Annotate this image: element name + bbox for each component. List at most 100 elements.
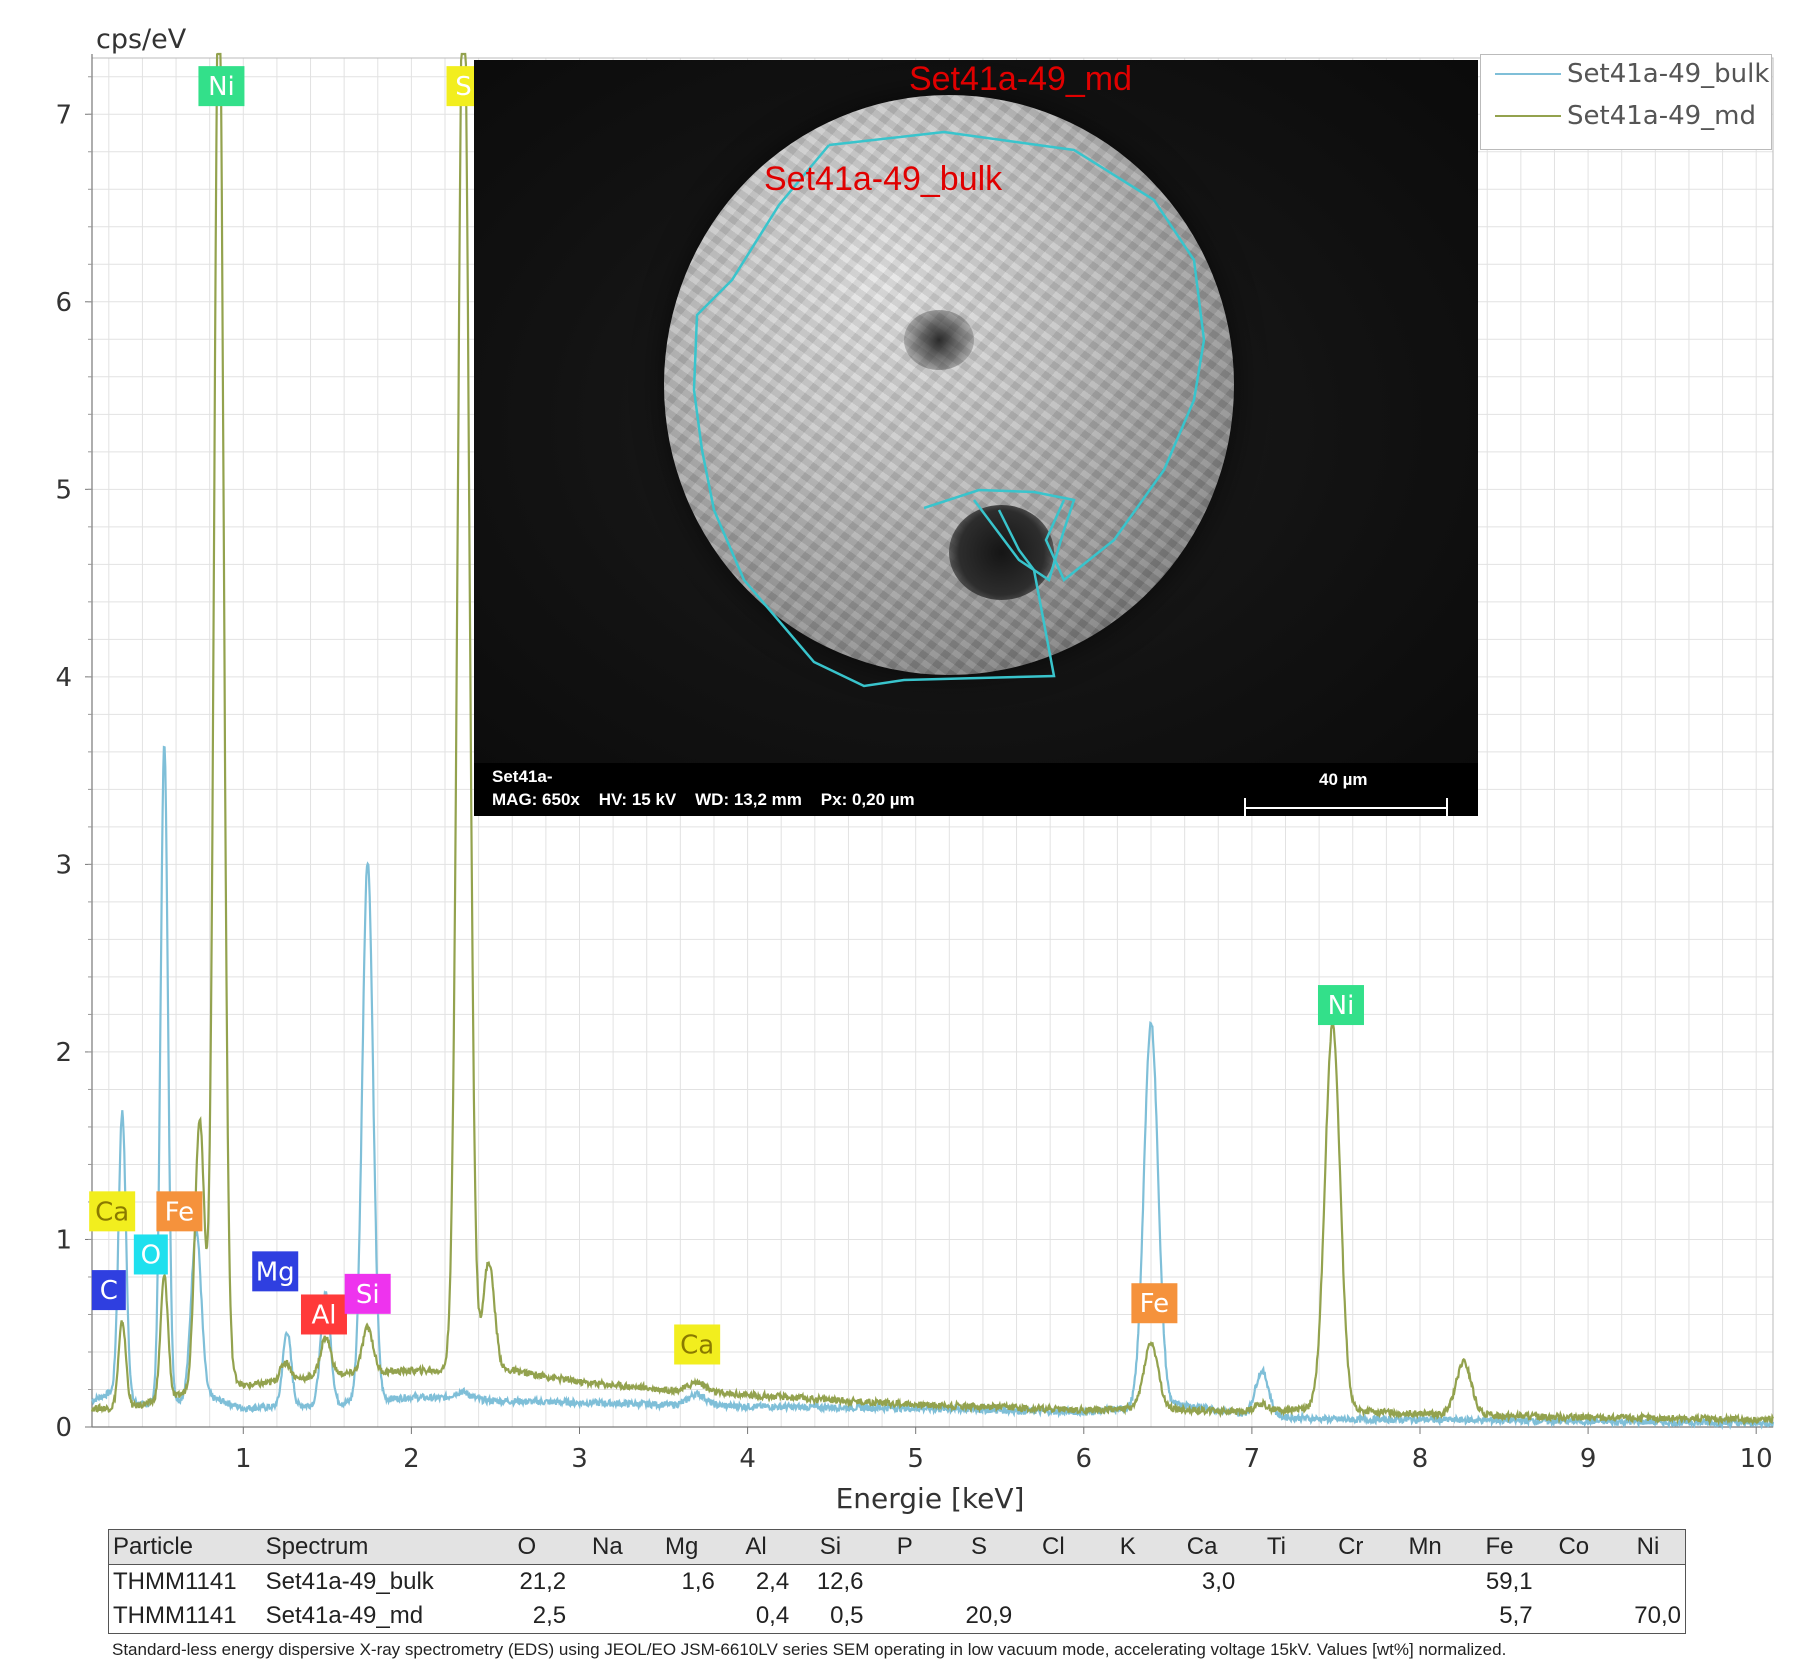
table-cell bbox=[1388, 1565, 1462, 1600]
element-label-text: Ca bbox=[680, 1330, 714, 1360]
table-header-cell: Mn bbox=[1408, 1533, 1442, 1560]
element-label-fe: Fe bbox=[1131, 1283, 1178, 1324]
table-header-cell: Co bbox=[1558, 1533, 1590, 1560]
chart-legend: Set41a-49_bulk Set41a-49_md bbox=[1480, 54, 1772, 150]
table-cell: 12,6 bbox=[816, 1568, 864, 1595]
element-label-text: C bbox=[100, 1276, 118, 1306]
x-tick-label: 9 bbox=[1580, 1444, 1597, 1474]
y-tick-label: 4 bbox=[55, 663, 72, 693]
table-cell bbox=[1091, 1565, 1165, 1600]
table-header-cell: S bbox=[971, 1533, 988, 1560]
composition-table: Particle Spectrum O Na Mg Al Si P S Cl K Ca Ti Cr Mn Fe… bbox=[108, 1529, 1686, 1634]
sem-info-line-1: Set41a- bbox=[492, 767, 553, 786]
table-cell bbox=[868, 1565, 942, 1600]
table-cell bbox=[570, 1599, 644, 1634]
table-cell bbox=[570, 1565, 644, 1600]
element-label-mg: Mg bbox=[252, 1251, 299, 1292]
y-tick-label: 0 bbox=[55, 1413, 72, 1443]
element-label-ca: Ca bbox=[674, 1324, 721, 1365]
roi-bulk-outline bbox=[692, 144, 1056, 688]
y-tick-label: 6 bbox=[55, 288, 72, 318]
y-axis-label: cps/eV bbox=[96, 24, 187, 55]
table-cell bbox=[1239, 1565, 1313, 1600]
y-tick-label: 3 bbox=[55, 850, 72, 880]
table-header-cell: K bbox=[1119, 1533, 1136, 1560]
table-cell: THMM1141 bbox=[113, 1602, 237, 1629]
element-label-si: Si bbox=[344, 1273, 391, 1314]
legend-label-md: Set41a-49_md bbox=[1567, 101, 1757, 131]
element-label-text: O bbox=[141, 1240, 161, 1270]
table-cell: Set41a-49_md bbox=[265, 1602, 424, 1629]
y-tick-label: 2 bbox=[55, 1038, 72, 1068]
table-cell: THMM1141 bbox=[113, 1568, 237, 1595]
scale-bar-label: 40 µm bbox=[1319, 770, 1368, 789]
table-header-cell: Cr bbox=[1338, 1533, 1364, 1560]
x-tick-label: 4 bbox=[739, 1444, 756, 1474]
element-label-c: C bbox=[91, 1270, 126, 1311]
scale-bar bbox=[1244, 798, 1448, 816]
table-row: THMM1141 Set41a-49_md 2,5 0,4 0,5 20,9 5,7 70,0 bbox=[109, 1599, 1686, 1634]
sem-label-md: Set41a-49_md bbox=[909, 60, 1133, 98]
table-cell bbox=[1314, 1599, 1388, 1634]
element-label-text: S bbox=[455, 72, 472, 102]
x-tick-label: 6 bbox=[1076, 1444, 1093, 1474]
table-header-cell: Mg bbox=[665, 1533, 699, 1560]
table-cell: 0,5 bbox=[830, 1602, 864, 1629]
legend-item-md: Set41a-49_md bbox=[1495, 101, 1756, 131]
table-cell bbox=[1611, 1565, 1686, 1600]
table-header-cell: Particle bbox=[113, 1533, 194, 1560]
table-cell: 2,4 bbox=[755, 1568, 790, 1595]
legend-label-bulk: Set41a-49_bulk bbox=[1567, 59, 1770, 89]
element-label-text: Al bbox=[311, 1300, 336, 1330]
table-header-cell: Na bbox=[591, 1533, 623, 1560]
figure-caption: Standard-less energy dispersive X-ray sp… bbox=[112, 1640, 1507, 1659]
table-cell bbox=[1239, 1599, 1313, 1634]
table-cell: 5,7 bbox=[1499, 1602, 1533, 1629]
sem-info-bar: Set41a- MAG: 650x HV: 15 kV WD: 13,2 mm … bbox=[474, 763, 1478, 816]
table-header-cell: Ca bbox=[1186, 1533, 1218, 1560]
element-label-text: Mg bbox=[256, 1257, 295, 1287]
table-header-cell: Ti bbox=[1266, 1533, 1286, 1560]
element-label-text: Si bbox=[356, 1280, 380, 1310]
table-cell bbox=[1016, 1599, 1090, 1634]
table-row: THMM1141 Set41a-49_bulk 21,2 1,6 2,4 12,6 3,0 5… bbox=[109, 1565, 1686, 1600]
element-label-text: Ca bbox=[95, 1197, 129, 1227]
element-label-ca: Ca bbox=[89, 1191, 136, 1232]
table-cell bbox=[1314, 1565, 1388, 1600]
sem-micrograph: Set41a-49_md Set41a-49_bulk Set41a- MAG:… bbox=[474, 60, 1478, 816]
table-cell: Set41a-49_bulk bbox=[265, 1568, 434, 1595]
y-tick-label: 7 bbox=[55, 100, 72, 130]
table-header-cell: O bbox=[517, 1533, 537, 1560]
sem-label-bulk: Set41a-49_bulk bbox=[764, 160, 1003, 198]
x-tick-label: 1 bbox=[235, 1444, 252, 1474]
table-header-cell: Al bbox=[745, 1533, 767, 1560]
x-tick-label: 8 bbox=[1412, 1444, 1429, 1474]
roi-md-outline bbox=[923, 488, 1076, 582]
y-tick-label: 5 bbox=[55, 475, 72, 505]
x-tick-label: 2 bbox=[403, 1444, 420, 1474]
roi-bulk-outline-right bbox=[828, 130, 1206, 582]
x-tick-label: 5 bbox=[907, 1444, 924, 1474]
table-header-cell: Cl bbox=[1042, 1533, 1065, 1560]
table-cell bbox=[1537, 1565, 1611, 1600]
sem-info-line-2: MAG: 650x HV: 15 kV WD: 13,2 mm Px: 0,20… bbox=[492, 790, 915, 809]
table-cell bbox=[942, 1565, 1016, 1600]
x-axis-label: Energie [keV] bbox=[836, 1482, 1025, 1515]
x-tick-label: 3 bbox=[571, 1444, 588, 1474]
table-header-cell: Fe bbox=[1485, 1533, 1514, 1560]
y-tick-label: 1 bbox=[55, 1225, 72, 1255]
table-header-cell: P bbox=[896, 1533, 913, 1560]
table-cell bbox=[1016, 1565, 1090, 1600]
element-label-o: O bbox=[133, 1234, 168, 1275]
table-cell: 70,0 bbox=[1634, 1602, 1681, 1629]
table-cell bbox=[868, 1599, 942, 1634]
legend-item-bulk: Set41a-49_bulk bbox=[1495, 59, 1769, 89]
table-cell: 21,2 bbox=[519, 1568, 567, 1595]
table-cell: 1,6 bbox=[681, 1568, 715, 1595]
element-label-text: Ni bbox=[208, 72, 235, 102]
legend-swatch-md bbox=[1495, 115, 1561, 117]
table-cell: 2,5 bbox=[532, 1602, 567, 1629]
table-header-cell: Ni bbox=[1636, 1533, 1660, 1560]
table-cell bbox=[1388, 1599, 1462, 1634]
element-label-text: Fe bbox=[1140, 1289, 1170, 1319]
